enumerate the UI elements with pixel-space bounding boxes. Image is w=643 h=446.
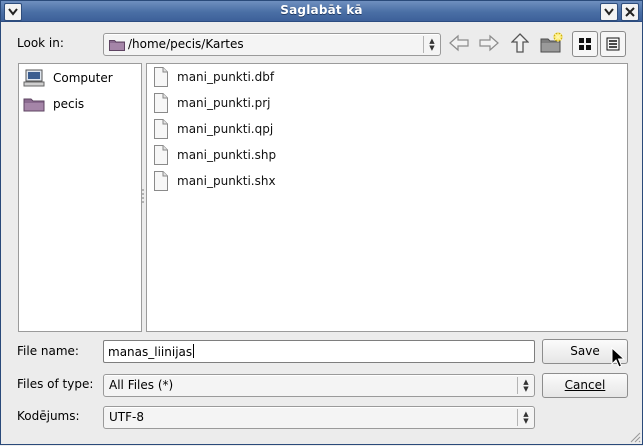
file-item[interactable]: mani_punkti.qpj — [153, 116, 623, 142]
file-name-value: manas_liinijas — [108, 344, 195, 359]
cancel-button-label: Cancel — [564, 378, 606, 392]
file-name: mani_punkti.prj — [177, 96, 271, 110]
file-type-combo[interactable]: All Files (*) ▲ ▼ — [103, 374, 535, 397]
folder-icon — [109, 38, 125, 54]
cancel-button[interactable]: Cancel — [542, 373, 628, 398]
arrow-up-icon — [511, 33, 529, 53]
encoding-label: Kodējums: — [17, 409, 80, 423]
file-type-label: Files of type: — [17, 377, 94, 391]
title-bar[interactable]: Saglabāt kā — [1, 1, 642, 22]
document-icon — [154, 145, 168, 165]
window-title: Saglabāt kā — [280, 3, 363, 17]
file-item[interactable]: mani_punkti.shx — [153, 168, 623, 194]
combo-arrows-icon: ▲ ▼ — [517, 409, 534, 426]
look-in-combo[interactable]: /home/pecis/Kartes ▲ ▼ — [103, 33, 441, 56]
resize-grip-icon — [630, 432, 641, 443]
combo-arrows-icon: ▲ ▼ — [423, 36, 440, 53]
place-label: pecis — [53, 97, 85, 111]
file-name: mani_punkti.dbf — [177, 70, 275, 84]
places-panel[interactable]: Computer pecis — [18, 63, 142, 332]
file-name: mani_punkti.shp — [177, 148, 277, 162]
file-item[interactable]: mani_punkti.dbf — [153, 64, 623, 90]
grid-view-icon — [579, 38, 591, 50]
file-item[interactable]: mani_punkti.prj — [153, 90, 623, 116]
place-item-pecis[interactable]: pecis — [23, 93, 139, 115]
grip-icon — [142, 189, 144, 203]
save-as-dialog: Saglabāt kā Look in: /home/pecis/Kartes … — [0, 0, 643, 445]
arrow-right-icon — [479, 34, 499, 52]
document-icon — [154, 171, 168, 191]
file-item[interactable]: mani_punkti.shp — [153, 142, 623, 168]
save-button-label: Save — [570, 344, 600, 358]
minimize-button[interactable] — [600, 3, 618, 21]
detail-view-button[interactable] — [600, 31, 626, 57]
resize-grip[interactable] — [627, 429, 641, 443]
document-icon — [154, 119, 168, 139]
up-folder-button[interactable] — [507, 31, 533, 55]
encoding-value: UTF-8 — [109, 410, 144, 424]
chevron-down-icon — [604, 8, 614, 16]
document-icon — [154, 93, 168, 113]
file-name: mani_punkti.shx — [177, 174, 276, 188]
list-view-icon — [606, 37, 620, 51]
file-name-label: File name: — [17, 344, 79, 358]
computer-icon — [23, 69, 45, 87]
arrow-left-icon — [449, 34, 469, 52]
document-icon — [154, 67, 168, 87]
place-item-computer[interactable]: Computer — [23, 67, 139, 89]
close-icon — [625, 7, 635, 17]
look-in-label: Look in: — [17, 36, 64, 50]
back-button[interactable] — [446, 31, 472, 55]
new-folder-button[interactable] — [539, 31, 565, 55]
pane-splitter[interactable] — [141, 187, 145, 207]
file-name-input[interactable]: manas_liinijas — [103, 340, 535, 363]
new-folder-icon — [540, 32, 563, 53]
place-label: Computer — [53, 71, 113, 85]
mouse-pointer-icon — [611, 346, 626, 369]
encoding-combo[interactable]: UTF-8 ▲ ▼ — [103, 406, 535, 429]
icon-view-button[interactable] — [572, 31, 598, 57]
text-caret — [193, 344, 195, 358]
file-list-panel[interactable]: mani_punkti.dbf mani_punkti.prj mani_pun… — [146, 63, 628, 332]
forward-button[interactable] — [476, 31, 502, 55]
look-in-path: /home/pecis/Kartes — [128, 37, 244, 51]
combo-arrows-icon: ▲ ▼ — [517, 377, 534, 394]
file-type-value: All Files (*) — [109, 378, 174, 392]
file-name: mani_punkti.qpj — [177, 122, 274, 136]
folder-icon — [23, 98, 45, 112]
close-button[interactable] — [621, 3, 639, 21]
